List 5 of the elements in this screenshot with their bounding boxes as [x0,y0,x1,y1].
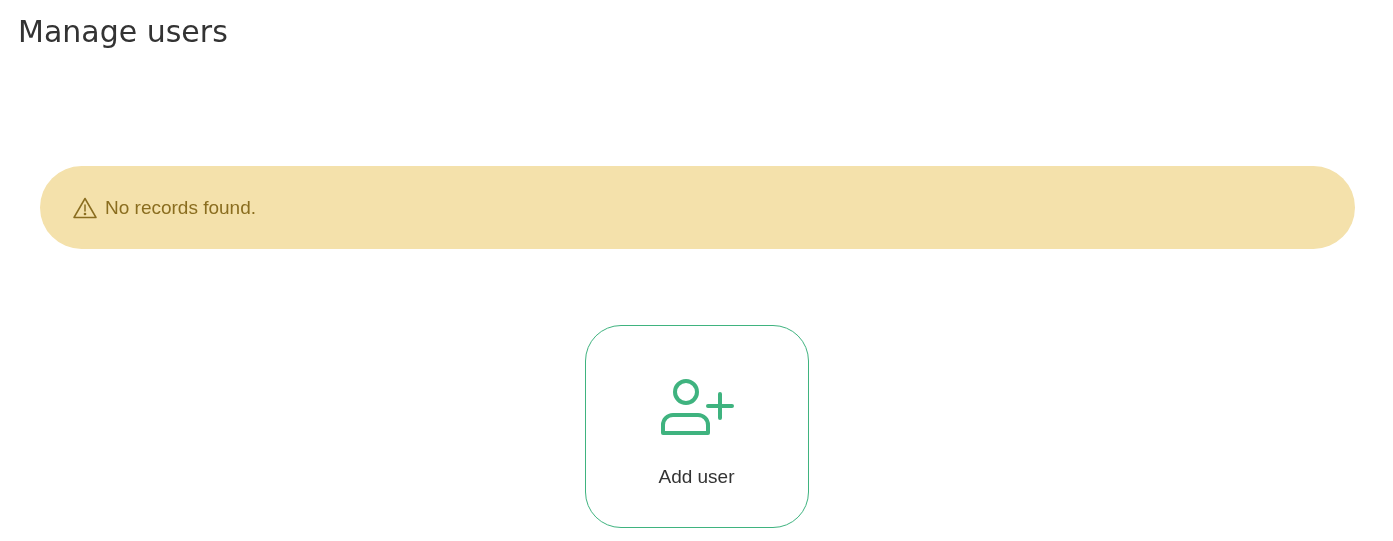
warning-icon [73,196,97,219]
alert-message: No records found. [105,196,257,219]
add-user-button[interactable]: Add user [584,325,809,528]
page-title: Manage users [18,13,229,51]
add-user-icon [659,377,734,436]
